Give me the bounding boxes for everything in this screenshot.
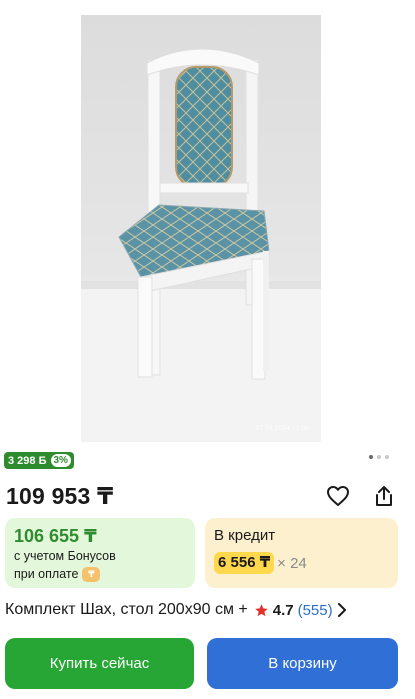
favorite-button[interactable] xyxy=(324,482,352,510)
heart-icon xyxy=(327,486,349,506)
add-to-cart-button[interactable]: В корзину xyxy=(207,638,398,689)
credit-title: В кредит xyxy=(214,527,276,544)
gallery-pagination[interactable] xyxy=(369,455,389,459)
star-icon xyxy=(254,603,268,616)
buy-now-button[interactable]: Купить сейчас xyxy=(5,638,194,689)
chair-illustration xyxy=(81,48,321,442)
pagination-dot[interactable] xyxy=(369,455,373,459)
bonus-pay-line: при оплате ₸ xyxy=(14,565,186,583)
bonus-price: 106 655 ₸ xyxy=(14,526,97,546)
credit-card[interactable]: В кредит 6 556 ₸ × 24 xyxy=(205,518,398,588)
product-title-row[interactable]: Комплект Шах, стол 200x90 см + 4.7 (555) xyxy=(5,599,410,621)
rating-value: 4.7 xyxy=(272,601,294,619)
bonus-badge: 3 298 Б 3% xyxy=(4,452,74,469)
review-count[interactable]: (555) xyxy=(298,602,333,619)
price-row: 109 953 ₸ xyxy=(6,481,410,511)
product-title: Комплект Шах, стол 200x90 см + xyxy=(5,601,248,618)
bonus-price-caption: с учетом Бонусов xyxy=(14,549,116,563)
credit-monthly-amount: 6 556 ₸ xyxy=(214,552,275,574)
credit-months: × 24 xyxy=(277,554,307,572)
bonus-pay-caption: при оплате xyxy=(14,567,79,581)
pagination-dot[interactable] xyxy=(377,455,381,459)
bonus-price-card[interactable]: 106 655 ₸ с учетом Бонусов при оплате ₸ xyxy=(5,518,195,588)
bottom-action-bar: Купить сейчас В корзину xyxy=(0,633,415,699)
share-icon xyxy=(376,486,392,506)
credit-line: 6 556 ₸ × 24 xyxy=(214,552,389,574)
share-button[interactable] xyxy=(370,482,398,510)
product-gallery[interactable]: 27.09.2024 11:00 xyxy=(0,0,415,446)
product-photo[interactable]: 27.09.2024 11:00 xyxy=(81,15,321,442)
rating[interactable]: 4.7 (555) xyxy=(254,602,333,619)
photo-timestamp: 27.09.2024 11:00 xyxy=(255,425,309,432)
bonus-percent: 3% xyxy=(50,454,71,467)
bonus-amount: 3 298 Б xyxy=(8,454,47,467)
pagination-dot[interactable] xyxy=(385,455,389,459)
chevron-right-icon[interactable] xyxy=(337,603,347,617)
bonus-pay-icon: ₸ xyxy=(82,566,101,582)
